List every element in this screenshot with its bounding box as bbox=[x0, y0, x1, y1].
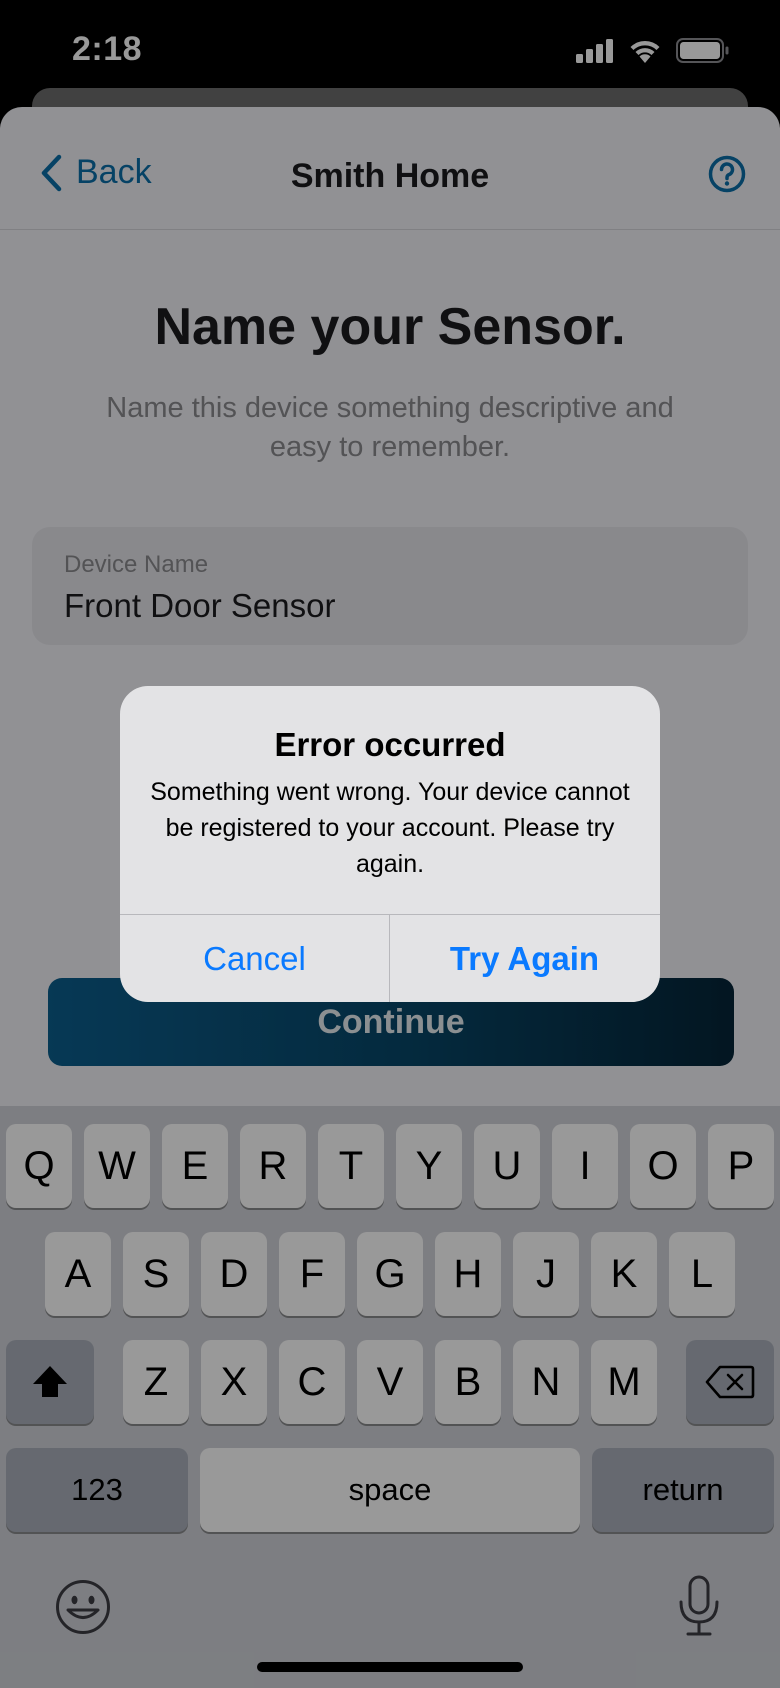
error-alert-dialog: Error occurred Something went wrong. You… bbox=[120, 686, 660, 1002]
try-again-button[interactable]: Try Again bbox=[390, 915, 659, 1002]
alert-title: Error occurred bbox=[274, 726, 506, 763]
cancel-button[interactable]: Cancel bbox=[120, 915, 389, 1002]
alert-message: Something went wrong. Your device cannot… bbox=[150, 778, 630, 878]
home-indicator[interactable] bbox=[257, 1662, 523, 1672]
